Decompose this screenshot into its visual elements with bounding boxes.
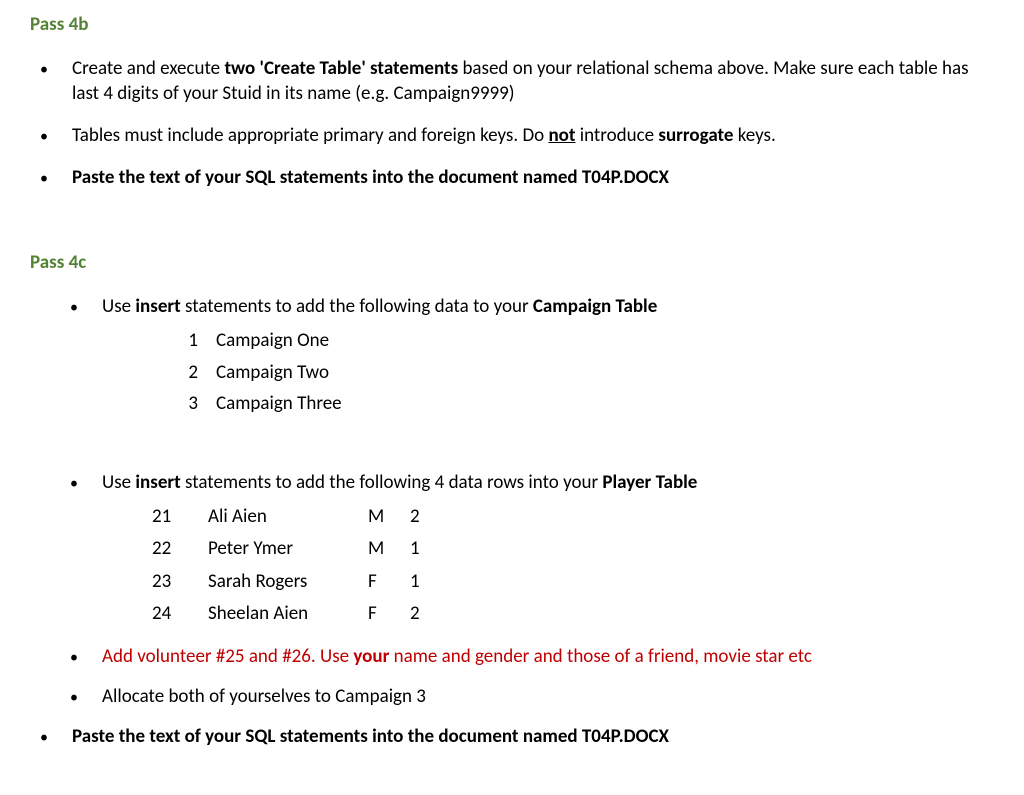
section-4c-final-list: • Paste the text of your SQL statements …	[30, 724, 994, 750]
list-item-text: Allocate both of yourselves to Campaign …	[102, 684, 994, 710]
list-item-text: Tables must include appropriate primary …	[72, 123, 994, 149]
table-row: 3 Campaign Three	[172, 388, 994, 419]
bullet-icon: •	[30, 165, 72, 191]
bullet-icon: •	[60, 644, 102, 670]
bullet-icon: •	[30, 123, 72, 149]
list-item-text: Add volunteer #25 and #26. Use your name…	[102, 644, 994, 670]
list-item: • Paste the text of your SQL statements …	[30, 165, 994, 191]
table-row: 23 Sarah Rogers F 1	[146, 566, 994, 598]
list-item-text: Use insert statements to add the followi…	[102, 294, 994, 420]
list-item: • Paste the text of your SQL statements …	[30, 724, 994, 750]
table-row: 22 Peter Ymer M 1	[146, 533, 994, 565]
section-4c-sublist-2: • Use insert statements to add the follo…	[60, 470, 994, 710]
list-item: • Tables must include appropriate primar…	[30, 123, 994, 149]
section-4b-heading: Pass 4b	[30, 12, 994, 38]
bullet-icon: •	[30, 56, 72, 107]
section-4c-heading: Pass 4c	[30, 250, 994, 276]
list-item: • Create and execute two 'Create Table' …	[30, 56, 994, 107]
section-4c-sublist-1: • Use insert statements to add the follo…	[60, 294, 994, 420]
table-row: 24 Sheelan Aien F 2	[146, 598, 994, 630]
bullet-icon: •	[60, 294, 102, 420]
list-item: • Use insert statements to add the follo…	[60, 294, 994, 420]
bullet-icon: •	[60, 684, 102, 710]
list-item: • Allocate both of yourselves to Campaig…	[60, 684, 994, 710]
list-item-text: Paste the text of your SQL statements in…	[72, 724, 994, 750]
bullet-icon: •	[30, 724, 72, 750]
table-row: 1 Campaign One	[172, 325, 994, 356]
player-data-grid: 21 Ali Aien M 2 22 Peter Ymer M 1 23 Sar…	[146, 501, 994, 630]
list-item: • Add volunteer #25 and #26. Use your na…	[60, 644, 994, 670]
bullet-icon: •	[60, 470, 102, 631]
list-item: • Use insert statements to add the follo…	[60, 470, 994, 631]
section-4b-list: • Create and execute two 'Create Table' …	[30, 56, 994, 191]
list-item-text: Create and execute two 'Create Table' st…	[72, 56, 994, 107]
table-row: 2 Campaign Two	[172, 357, 994, 388]
table-row: 21 Ali Aien M 2	[146, 501, 994, 533]
campaign-data-grid: 1 Campaign One 2 Campaign Two 3 Campaign…	[172, 325, 994, 419]
list-item-text: Paste the text of your SQL statements in…	[72, 165, 994, 191]
list-item-text: Use insert statements to add the followi…	[102, 470, 994, 631]
